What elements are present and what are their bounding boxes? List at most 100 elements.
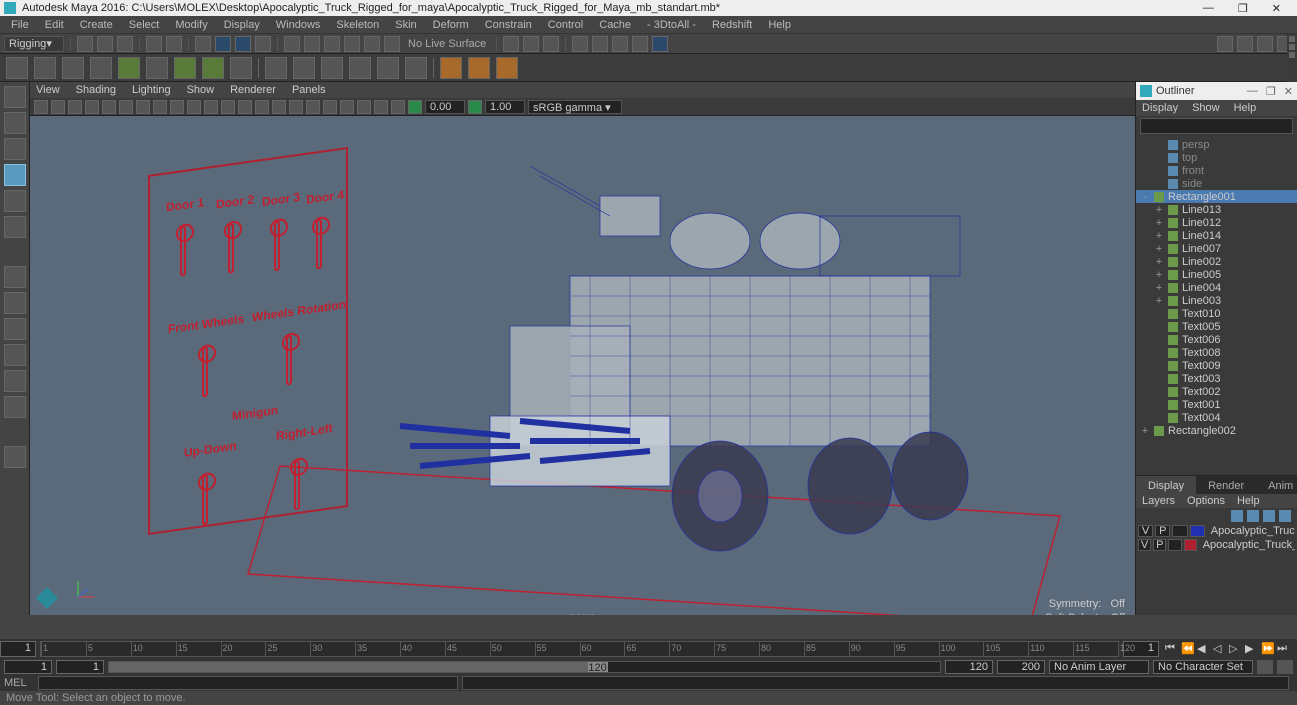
layer-new-selected-icon[interactable] xyxy=(1279,510,1291,522)
character-set-selector[interactable]: No Character Set xyxy=(1153,660,1253,674)
goto-start-icon[interactable]: ⏮ xyxy=(1165,642,1179,656)
shelf-button[interactable] xyxy=(230,57,252,79)
door3-control[interactable] xyxy=(274,221,280,272)
shelf-button[interactable] xyxy=(496,57,518,79)
menu-cache[interactable]: Cache xyxy=(592,19,638,31)
lasso-tool-icon[interactable] xyxy=(4,112,26,134)
snap-curve-icon[interactable] xyxy=(304,36,320,52)
outliner-node[interactable]: Text001 xyxy=(1136,398,1297,411)
shelf-button[interactable] xyxy=(6,57,28,79)
paint-select-tool-icon[interactable] xyxy=(4,138,26,160)
shelf-button[interactable] xyxy=(202,57,224,79)
layout-four-icon[interactable] xyxy=(4,292,26,314)
move-tool-icon[interactable] xyxy=(4,164,26,186)
color-space-selector[interactable]: sRGB gamma ▾ xyxy=(528,100,622,114)
viewcube-icon[interactable] xyxy=(36,587,58,609)
aa-icon[interactable] xyxy=(357,100,371,114)
step-forward-key-icon[interactable]: ⏩ xyxy=(1261,642,1275,656)
new-scene-icon[interactable] xyxy=(77,36,93,52)
time-slider[interactable]: 1 15101520253035404550556065707580859095… xyxy=(0,639,1297,659)
outliner-node[interactable]: +Line007 xyxy=(1136,242,1297,255)
outliner-node[interactable]: Text004 xyxy=(1136,411,1297,424)
snap-live-icon[interactable] xyxy=(364,36,380,52)
redo-icon[interactable] xyxy=(166,36,182,52)
render-frame-icon[interactable] xyxy=(523,36,539,52)
outliner-node[interactable]: +Line012 xyxy=(1136,216,1297,229)
snap-plane-icon[interactable] xyxy=(344,36,360,52)
shelf-button[interactable] xyxy=(468,57,490,79)
gamma-icon[interactable] xyxy=(468,100,482,114)
menu-modify[interactable]: Modify xyxy=(168,19,214,31)
shelf-button[interactable] xyxy=(90,57,112,79)
command-input[interactable] xyxy=(38,676,458,690)
layer-move-up-icon[interactable] xyxy=(1231,510,1243,522)
layer-menu-help[interactable]: Help xyxy=(1237,495,1260,507)
script-lang-label[interactable]: MEL xyxy=(4,677,34,689)
panel-layout-icon[interactable] xyxy=(652,36,668,52)
gate-mask-icon[interactable] xyxy=(170,100,184,114)
light-editor-icon[interactable] xyxy=(632,36,648,52)
outliner-node[interactable]: Text005 xyxy=(1136,320,1297,333)
gamma-input[interactable]: 1.00 xyxy=(485,100,525,114)
outliner-node[interactable]: +Line014 xyxy=(1136,229,1297,242)
outliner-node[interactable]: Text010 xyxy=(1136,307,1297,320)
undo-icon[interactable] xyxy=(146,36,162,52)
ipr-render-icon[interactable] xyxy=(543,36,559,52)
image-plane-icon[interactable] xyxy=(68,100,82,114)
layout-custom-icon[interactable] xyxy=(4,446,26,468)
shelf-button[interactable] xyxy=(265,57,287,79)
menu-display[interactable]: Display xyxy=(217,19,267,31)
shelf-button[interactable] xyxy=(293,57,315,79)
menu-create[interactable]: Create xyxy=(73,19,120,31)
door2-control[interactable] xyxy=(228,223,234,274)
outliner-menu-help[interactable]: Help xyxy=(1234,102,1257,114)
outliner-node[interactable]: top xyxy=(1136,151,1297,164)
outliner-node[interactable]: Text009 xyxy=(1136,359,1297,372)
current-frame-input[interactable]: 1 xyxy=(0,641,36,657)
sidebar-toggle[interactable] xyxy=(1287,34,1297,82)
front-wheels-control[interactable] xyxy=(202,347,208,398)
layer-row[interactable]: VPApocalyptic_Truck_Con xyxy=(1136,538,1297,552)
snap-grid-icon[interactable] xyxy=(284,36,300,52)
rotate-tool-icon[interactable] xyxy=(4,190,26,212)
truck-model[interactable] xyxy=(370,146,1030,566)
vp-menu-lighting[interactable]: Lighting xyxy=(132,84,171,96)
toggle-layer-editor-icon[interactable] xyxy=(1237,36,1253,52)
grease-pencil-icon[interactable] xyxy=(102,100,116,114)
shelf-button[interactable] xyxy=(34,57,56,79)
exposure-input[interactable]: 0.00 xyxy=(425,100,465,114)
door4-control[interactable] xyxy=(316,219,322,270)
snap-center-icon[interactable] xyxy=(384,36,400,52)
shelf-button[interactable] xyxy=(146,57,168,79)
play-forward-icon[interactable]: ▷ xyxy=(1229,642,1243,656)
outliner-node[interactable]: +Line002 xyxy=(1136,255,1297,268)
step-back-icon[interactable]: ◀ xyxy=(1197,642,1211,656)
close-button[interactable]: ✕ xyxy=(1272,2,1281,15)
layer-tab-anim[interactable]: Anim xyxy=(1256,476,1297,494)
xray-joints-icon[interactable] xyxy=(306,100,320,114)
shelf-button[interactable] xyxy=(118,57,140,79)
range-inner-start-input[interactable]: 1 xyxy=(56,660,104,674)
select-by-object-icon[interactable] xyxy=(235,36,251,52)
textured-icon[interactable] xyxy=(221,100,235,114)
vp-menu-show[interactable]: Show xyxy=(187,84,215,96)
resolution-gate-icon[interactable] xyxy=(153,100,167,114)
step-forward-icon[interactable]: ▶ xyxy=(1245,642,1259,656)
layer-move-down-icon[interactable] xyxy=(1247,510,1259,522)
door1-control[interactable] xyxy=(180,226,186,277)
menu-edit[interactable]: Edit xyxy=(38,19,71,31)
depth-icon[interactable] xyxy=(374,100,388,114)
outliner-node[interactable]: front xyxy=(1136,164,1297,177)
play-back-icon[interactable]: ◁ xyxy=(1213,642,1227,656)
outliner-node[interactable]: persp xyxy=(1136,138,1297,151)
layer-menu-options[interactable]: Options xyxy=(1187,495,1225,507)
vp-menu-panels[interactable]: Panels xyxy=(292,84,326,96)
range-inner-end-input[interactable]: 120 xyxy=(945,660,993,674)
shelf-button[interactable] xyxy=(405,57,427,79)
menu-deform[interactable]: Deform xyxy=(426,19,476,31)
layer-row[interactable]: VPApocalyptic_Truck xyxy=(1136,524,1297,538)
outliner-node[interactable]: Text002 xyxy=(1136,385,1297,398)
layout-outliner-icon[interactable] xyxy=(4,370,26,392)
menu-skeleton[interactable]: Skeleton xyxy=(329,19,386,31)
vp-menu-renderer[interactable]: Renderer xyxy=(230,84,276,96)
